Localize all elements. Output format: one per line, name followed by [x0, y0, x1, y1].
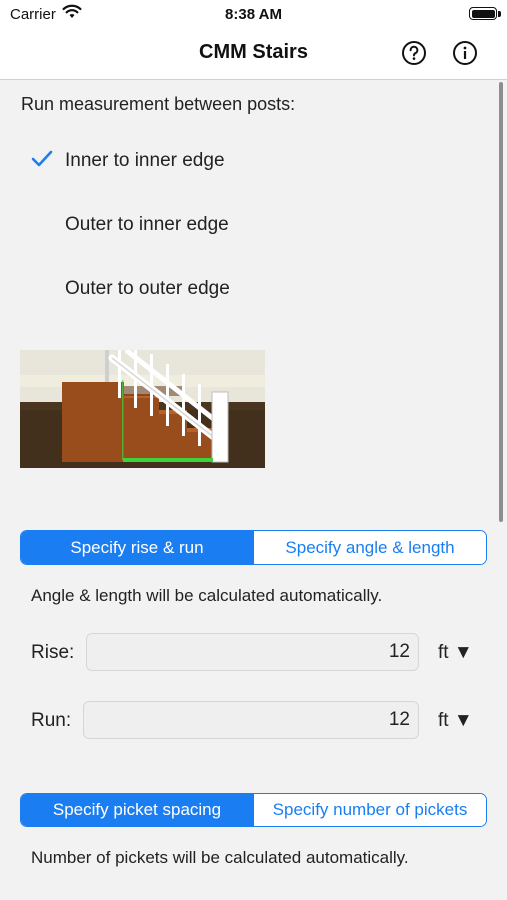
run-unit-dropdown[interactable]: ft ▼ — [438, 710, 473, 732]
clock: 8:38 AM — [225, 6, 282, 23]
option-outer-to-outer[interactable]: Outer to outer edge — [0, 260, 495, 316]
rise-unit-dropdown[interactable]: ft ▼ — [438, 642, 473, 664]
segment-angle-length[interactable]: Specify angle & length — [253, 531, 486, 564]
segment-rise-run[interactable]: Specify rise & run — [21, 531, 253, 564]
segment-picket-spacing[interactable]: Specify picket spacing — [21, 794, 253, 826]
help-button[interactable] — [401, 40, 427, 66]
option-label: Outer to inner edge — [65, 214, 229, 235]
rise-run-hint: Angle & length will be calculated automa… — [31, 586, 383, 605]
picket-segmented-control: Specify picket spacing Specify number of… — [20, 793, 487, 827]
option-label: Inner to inner edge — [65, 150, 225, 171]
navigation-bar: CMM Stairs — [0, 28, 507, 80]
status-bar: Carrier 8:38 AM — [0, 0, 507, 28]
page-title: CMM Stairs — [199, 41, 308, 63]
stair-illustration — [20, 350, 265, 468]
run-measurement-label: Run measurement between posts: — [21, 94, 296, 114]
option-label: Outer to outer edge — [65, 278, 230, 299]
rise-label: Rise: — [31, 642, 75, 663]
checkmark-icon — [31, 150, 53, 173]
question-circle-icon — [402, 41, 426, 65]
rise-input[interactable]: 12 — [86, 633, 419, 671]
rise-run-segmented-control: Specify rise & run Specify angle & lengt… — [20, 530, 487, 565]
info-circle-icon — [453, 41, 477, 65]
info-button[interactable] — [452, 40, 478, 66]
picket-hint: Number of pickets will be calculated aut… — [31, 848, 409, 867]
run-input[interactable]: 12 — [83, 701, 419, 739]
option-inner-to-inner[interactable]: Inner to inner edge — [0, 132, 495, 188]
battery-nub — [498, 11, 501, 17]
option-outer-to-inner[interactable]: Outer to inner edge — [0, 196, 495, 252]
battery-icon — [469, 7, 497, 20]
segment-number-of-pickets[interactable]: Specify number of pickets — [253, 794, 486, 826]
run-label: Run: — [31, 710, 72, 731]
content-area: Run measurement between posts: Inner to … — [0, 80, 507, 900]
